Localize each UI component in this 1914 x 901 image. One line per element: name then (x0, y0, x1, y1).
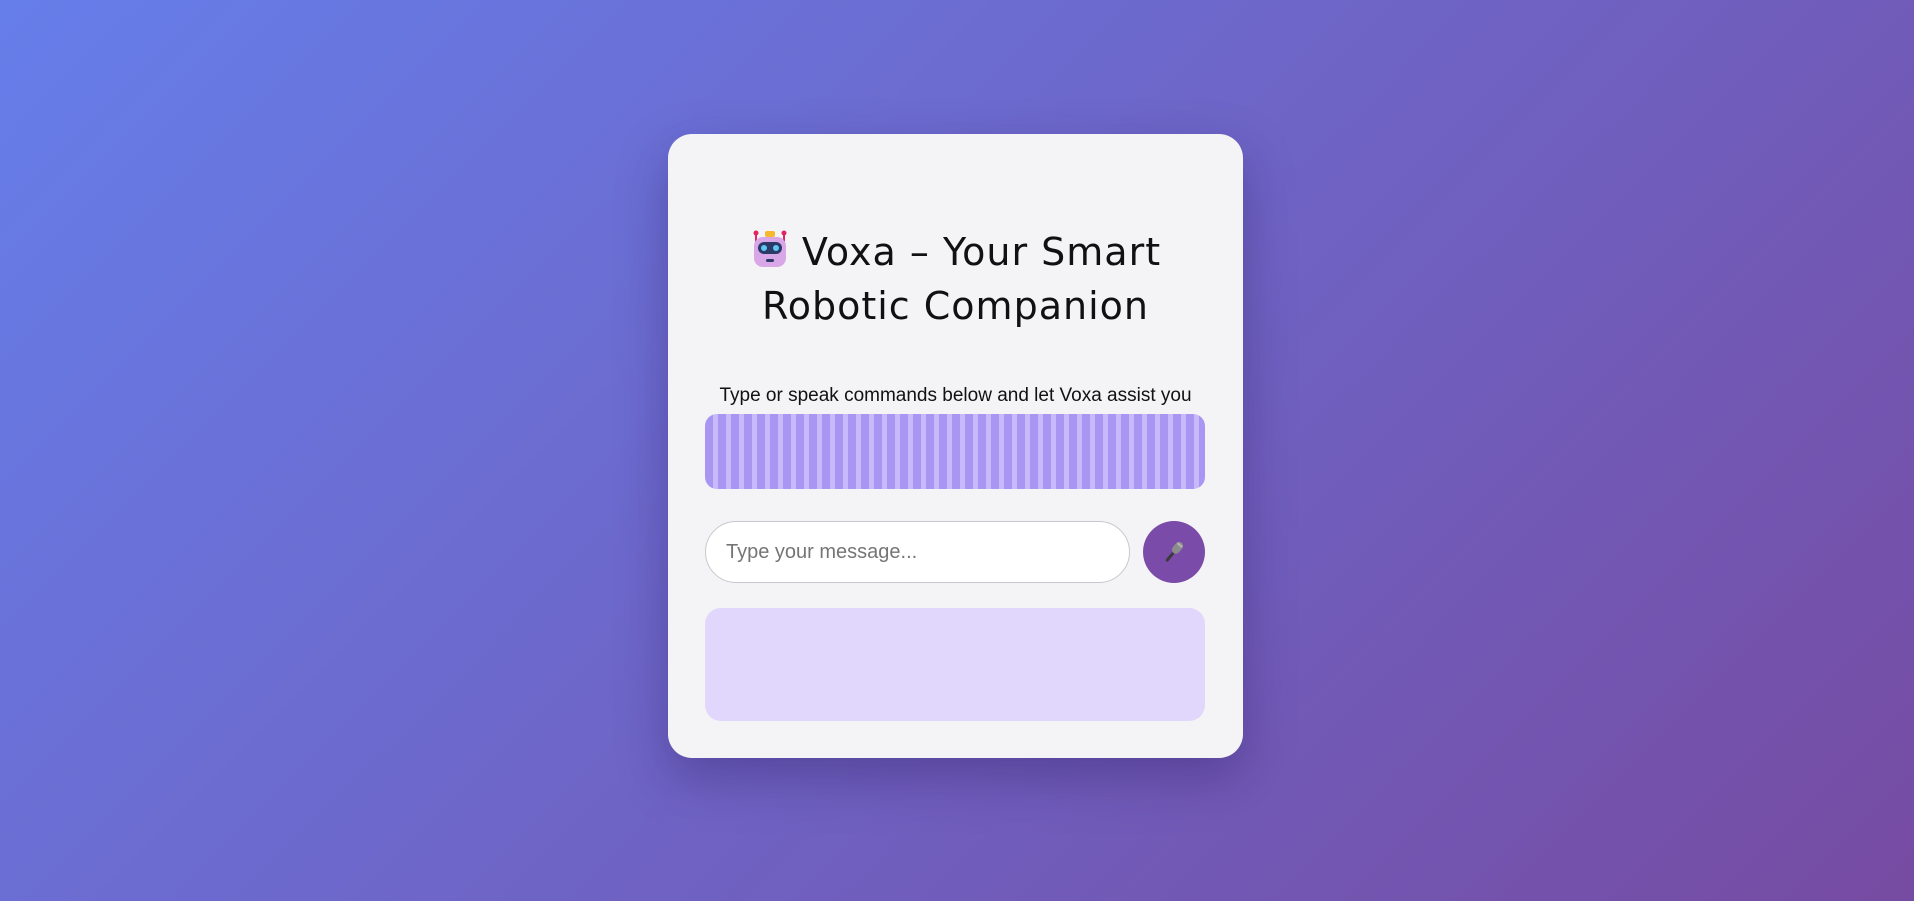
assistant-card: Voxa – Your Smart Robotic Companion Type… (668, 134, 1243, 758)
robot-face-icon (753, 230, 787, 268)
instructions-text: Type or speak commands below and let Vox… (719, 385, 1192, 406)
message-input[interactable] (705, 521, 1130, 583)
microphone-icon (1165, 541, 1184, 562)
page-title-text: Voxa – Your Smart Robotic Companion (762, 230, 1162, 329)
mic-button[interactable] (1143, 521, 1205, 583)
voice-visualizer (705, 414, 1205, 489)
input-row (705, 521, 1205, 583)
response-box (705, 608, 1205, 721)
page-title: Voxa – Your Smart Robotic Companion (668, 225, 1243, 333)
